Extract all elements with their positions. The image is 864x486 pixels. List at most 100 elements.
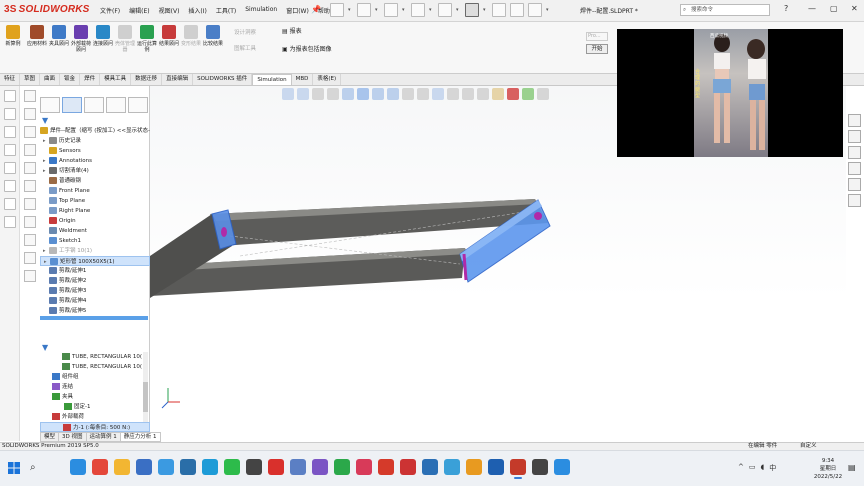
tool-icon-6[interactable] (3, 180, 16, 192)
command-tab[interactable]: 焊件 (80, 74, 101, 85)
model-tab[interactable]: 静应力分析 1 (119, 432, 161, 442)
command-tab[interactable]: 特征 (0, 74, 21, 85)
print-icon[interactable] (411, 3, 425, 17)
restore-button[interactable]: ▢ (830, 4, 838, 13)
panel-splitter[interactable] (40, 316, 148, 320)
taskbar-search-icon[interactable]: ⌕ (30, 462, 36, 473)
ribbon-button[interactable]: 结果顾问 (158, 25, 180, 47)
tree-item[interactable]: ▸ 工字钢 10(1) (40, 246, 150, 256)
command-tab[interactable]: MBD (292, 74, 314, 85)
tree-item[interactable]: Front Plane (40, 186, 150, 196)
notification-icon[interactable]: ▤ (848, 463, 856, 472)
deformed-icon[interactable] (462, 88, 474, 100)
record-icon[interactable] (268, 459, 284, 475)
edit-appearance-icon[interactable] (402, 88, 414, 100)
search-commands-input[interactable]: ⌕ 搜索命令 (680, 4, 770, 16)
tray-overflow-icon[interactable]: ^ (738, 463, 744, 473)
command-tab[interactable]: 模具工具 (100, 74, 132, 85)
report-button[interactable]: ▤ 报表 (282, 26, 302, 35)
music-icon[interactable] (356, 459, 372, 475)
view-settings-icon[interactable] (432, 88, 444, 100)
tree-item[interactable]: 剪裁/延伸5 (40, 306, 150, 316)
filter-icon[interactable]: ▼ (42, 116, 48, 125)
study-tree-item[interactable]: TUBE, RECTANGULAR 10( (40, 362, 150, 372)
ribbon-button[interactable]: 应用材料 (26, 25, 48, 47)
plot-tools-button[interactable]: 图解工具 (234, 44, 256, 52)
command-tab[interactable]: 直接编辑 (162, 74, 194, 85)
tree-item[interactable]: Right Plane (40, 206, 150, 216)
display-style-icon[interactable] (372, 88, 384, 100)
tree-item[interactable]: Sensors (40, 146, 150, 156)
ribbon-button[interactable]: 比较结果 (202, 25, 224, 47)
study-tree-scrollbar[interactable] (143, 352, 148, 422)
ribbon-button[interactable]: 连接顾问 (92, 25, 114, 47)
solidworks-logo[interactable]: 3S SOLIDWORKS (4, 4, 90, 15)
menu-item[interactable]: 编辑(E) (129, 6, 149, 15)
plot-result-icon[interactable] (447, 88, 459, 100)
edge-icon[interactable] (70, 459, 86, 475)
menu-item[interactable]: 窗口(W) (286, 6, 309, 15)
sync-icon[interactable] (466, 459, 482, 475)
menu-item[interactable]: Simulation (245, 6, 277, 15)
settings-icon[interactable] (488, 459, 504, 475)
save-icon[interactable] (384, 3, 398, 17)
view-palette-icon[interactable] (848, 162, 861, 175)
appearance-icon[interactable] (507, 88, 519, 100)
wechat-icon[interactable] (224, 459, 240, 475)
tree-item[interactable]: 剪裁/延伸4 (40, 296, 150, 306)
include-image-button[interactable]: ▣ 为报表包括图像 (282, 44, 332, 53)
ribbon-button[interactable]: 新算例 (2, 25, 24, 47)
ribbon-button[interactable]: 夹具顾问 (48, 25, 70, 47)
tree-item[interactable]: Origin (40, 216, 150, 226)
tree-item[interactable]: ▸ 历史记录 (40, 136, 150, 146)
dynamic-annotation-icon[interactable] (342, 88, 354, 100)
tree-item[interactable]: 剪裁/延伸2 (40, 276, 150, 286)
paint-icon[interactable] (290, 459, 306, 475)
endcap-tool-icon[interactable] (24, 144, 36, 156)
study-tree-item[interactable]: TUBE, RECTANGULAR 10( (40, 352, 150, 362)
scrollbar-thumb[interactable] (143, 382, 148, 412)
probe-icon[interactable] (477, 88, 489, 100)
zoom-area-icon[interactable] (297, 88, 309, 100)
menu-item[interactable]: 插入(I) (188, 6, 206, 15)
model-tab[interactable]: 运动算例 1 (85, 432, 121, 442)
command-tab[interactable]: 表格(E) (313, 74, 342, 85)
mail-icon[interactable] (158, 459, 174, 475)
apply-scene-icon[interactable] (417, 88, 429, 100)
command-tab[interactable]: 钣金 (60, 74, 81, 85)
command-tab[interactable]: 数据迁移 (131, 74, 163, 85)
design-insight-button[interactable]: 设计洞察 (234, 28, 256, 36)
gusset-tool-icon[interactable] (24, 162, 36, 174)
trim-tool-icon[interactable] (24, 126, 36, 138)
video-frame[interactable] (694, 29, 768, 157)
ribbon-button[interactable]: 运行此算例 (136, 25, 158, 53)
appearances-icon[interactable] (848, 178, 861, 191)
scene-icon[interactable] (522, 88, 534, 100)
tree-item[interactable]: ▸ 切割清单(4) (40, 166, 150, 176)
command-tab[interactable]: Simulation (252, 74, 292, 85)
study-tree-item[interactable]: 固定-1 (40, 402, 150, 412)
tool-icon[interactable] (422, 459, 438, 475)
study-tree-item[interactable]: 力-1 (:每条目: 500 N:) (40, 422, 150, 432)
volume-icon[interactable]: ◖ (761, 463, 765, 473)
study-tree-item[interactable]: 夹具 (40, 392, 150, 402)
tool-icon-8[interactable] (3, 216, 16, 228)
hide-show-items-icon[interactable] (387, 88, 399, 100)
command-tab[interactable]: 草图 (20, 74, 41, 85)
undo-icon[interactable] (438, 3, 452, 17)
feature-manager-tab[interactable] (40, 97, 60, 113)
model-tab[interactable]: 3D 视图 (58, 432, 87, 442)
recorder-icon[interactable] (532, 459, 548, 475)
game-icon[interactable] (312, 459, 328, 475)
tree-item[interactable]: Weldment (40, 226, 150, 236)
design-library-icon[interactable] (848, 130, 861, 143)
display-manager-tab[interactable] (128, 97, 148, 113)
tree-item[interactable]: Top Plane (40, 196, 150, 206)
print-dropdown-icon[interactable]: ▾ (429, 3, 434, 17)
open-icon[interactable] (357, 3, 371, 17)
command-tab[interactable]: 曲面 (40, 74, 61, 85)
hole-tool-icon[interactable] (24, 216, 36, 228)
help-icon[interactable]: ? (784, 4, 788, 13)
solidworks-icon[interactable] (510, 459, 526, 479)
rebuild-icon[interactable] (492, 3, 506, 17)
